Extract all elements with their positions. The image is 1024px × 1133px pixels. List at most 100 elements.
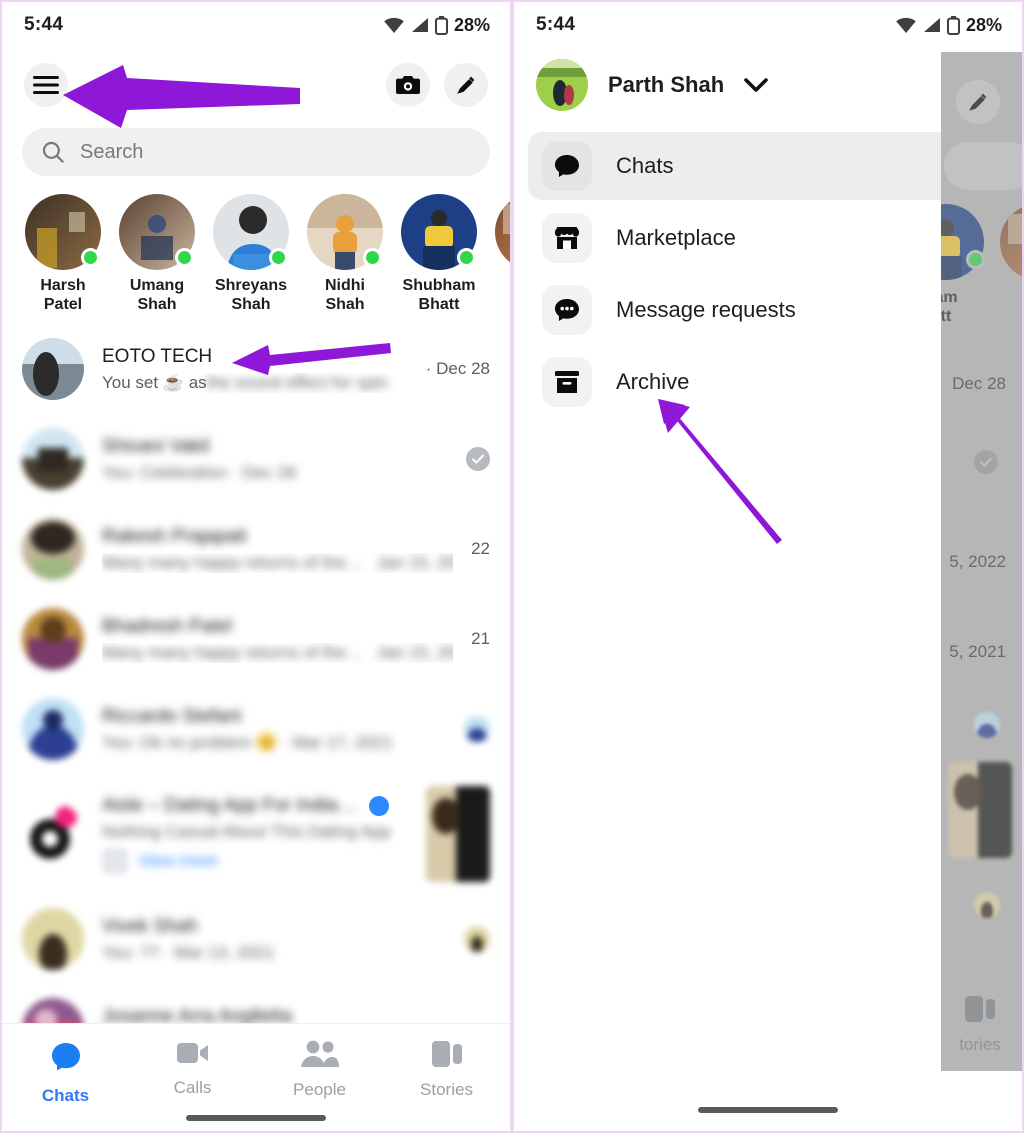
pencil-icon bbox=[457, 76, 475, 94]
avatar[interactable] bbox=[22, 608, 84, 670]
avatar[interactable] bbox=[22, 518, 84, 580]
chevron-down-icon[interactable] bbox=[744, 77, 768, 93]
compose-button[interactable] bbox=[956, 80, 1000, 124]
story-name: Shreyans Shah bbox=[214, 277, 288, 313]
status-time: 5:44 bbox=[536, 14, 576, 35]
avatar[interactable] bbox=[22, 908, 84, 970]
online-status-dot bbox=[81, 248, 100, 267]
nav-tab-calls[interactable]: Calls bbox=[129, 1040, 256, 1098]
avatar[interactable] bbox=[25, 194, 101, 270]
people-icon bbox=[300, 1040, 339, 1067]
nav-tab-people[interactable]: People bbox=[256, 1040, 383, 1100]
drawer-item-message-requests[interactable]: Message requests bbox=[528, 276, 1008, 344]
chat-row[interactable]: Shivani Vakil You: Celebration · Dec 28 bbox=[2, 414, 510, 504]
message-thumbnail[interactable] bbox=[426, 786, 490, 882]
compose-button[interactable] bbox=[444, 63, 488, 107]
avatar[interactable] bbox=[22, 698, 84, 760]
home-indicator bbox=[186, 1115, 326, 1121]
chat-bubble-icon bbox=[542, 141, 592, 191]
chat-name: Aisle – Dating App For India… bbox=[102, 794, 357, 816]
chat-row[interactable]: Vivek Shah You: ?? · Mar 13, 2021 bbox=[2, 894, 510, 984]
hamburger-menu-button[interactable] bbox=[24, 63, 68, 107]
avatar[interactable] bbox=[119, 194, 195, 270]
avatar[interactable] bbox=[22, 428, 84, 490]
chat-timestamp-tail: 22 bbox=[471, 539, 490, 558]
chat-timestamp-blurred: Jan 15, 2022 bbox=[376, 552, 453, 572]
avatar[interactable] bbox=[1000, 204, 1022, 280]
online-status-dot bbox=[966, 250, 985, 269]
drawer-item-archive[interactable]: Archive bbox=[528, 348, 1008, 416]
chat-row[interactable]: Riccardo Stefani You: Ok no problem 😊 · … bbox=[2, 684, 510, 774]
battery-icon bbox=[434, 15, 448, 35]
story-name: Pu Sh bbox=[1000, 288, 1022, 326]
status-time: 5:44 bbox=[24, 14, 64, 35]
chat-preview: You: ?? · Mar 13, 2021 bbox=[102, 942, 275, 962]
nav-tab-stories[interactable]: tories bbox=[941, 995, 1022, 1055]
navigation-drawer: 5:44 28% Parth Shah Chats Marketplace Me… bbox=[514, 2, 1022, 1131]
peek-content: am tt Pu Sh Dec 28 5, 2022 5, 2021 bbox=[941, 52, 1022, 1071]
chat-row[interactable]: Rakesh Prajapati Many many happy returns… bbox=[2, 504, 510, 594]
storefront-icon bbox=[542, 213, 592, 263]
chat-name: Riccardo Stefani bbox=[102, 705, 242, 727]
story-name: Shubham Bhatt bbox=[402, 277, 476, 313]
chat-name: Bhadresh Patel bbox=[102, 615, 232, 637]
app-header-left bbox=[2, 48, 510, 122]
message-dots-icon bbox=[542, 285, 592, 335]
nav-label: tories bbox=[959, 1035, 1001, 1054]
story-item[interactable]: Harsh Patel bbox=[20, 194, 106, 314]
wifi-icon bbox=[384, 17, 404, 33]
nav-tab-chats[interactable]: Chats bbox=[2, 1040, 129, 1106]
chat-name: Rakesh Prajapati bbox=[102, 525, 247, 547]
status-indicators: 28% bbox=[895, 15, 1002, 36]
chat-row[interactable]: Bhadresh Patel Many many happy returns o… bbox=[2, 594, 510, 684]
nav-tab-stories[interactable]: Stories bbox=[383, 1040, 510, 1100]
chat-row[interactable]: EOTO TECH You set ☕ as the sound effect … bbox=[2, 324, 510, 414]
avatar[interactable] bbox=[22, 338, 84, 400]
search-input[interactable]: Search bbox=[22, 128, 490, 176]
hamburger-menu-icon bbox=[33, 76, 59, 94]
left-phone-screenshot: 5:44 28% Search Harsh Patel Umang Shah S… bbox=[0, 0, 512, 1133]
chat-preview: You set ☕ as the sound effect for spin bbox=[102, 373, 408, 393]
chat-timestamp: Dec 28 bbox=[952, 374, 1006, 393]
story-item[interactable]: Shubham Bhatt bbox=[396, 194, 482, 314]
story-item[interactable]: Pu Sh bbox=[490, 194, 510, 314]
online-status-dot bbox=[175, 248, 194, 267]
chat-row[interactable]: Aisle – Dating App For India… Nothing Ca… bbox=[2, 774, 510, 894]
view-more-link[interactable]: View more bbox=[138, 851, 218, 871]
online-status-dot bbox=[269, 248, 288, 267]
avatar[interactable] bbox=[495, 194, 510, 270]
story-avatar-image bbox=[495, 194, 510, 270]
story-item[interactable]: Umang Shah bbox=[114, 194, 200, 314]
story-name: am tt bbox=[941, 289, 958, 325]
chat-preview: Many many happy returns of the… Jan 15, … bbox=[102, 643, 453, 663]
stories-row[interactable]: Harsh Patel Umang Shah Shreyans Shah Nid… bbox=[2, 176, 510, 320]
avatar[interactable] bbox=[22, 803, 84, 865]
drawer-item-marketplace[interactable]: Marketplace bbox=[528, 204, 1008, 272]
avatar[interactable] bbox=[536, 59, 588, 111]
chat-preview-blurred: the sound effect for spin bbox=[206, 372, 388, 392]
message-thumbnail[interactable] bbox=[948, 762, 1012, 858]
chat-text: Vivek Shah You: ?? · Mar 13, 2021 bbox=[102, 916, 446, 963]
search-placeholder: Search bbox=[80, 140, 144, 163]
chat-timestamp: 5, 2022 bbox=[949, 552, 1006, 571]
dimmed-chat-screen-peek[interactable]: am tt Pu Sh Dec 28 5, 2022 5, 2021 bbox=[941, 52, 1022, 1071]
camera-button[interactable] bbox=[386, 63, 430, 107]
story-item[interactable]: Nidhi Shah bbox=[302, 194, 388, 314]
chat-preview-visible: You set ☕ as bbox=[102, 372, 207, 392]
drawer-item-chats[interactable]: Chats bbox=[528, 132, 1008, 200]
header-actions bbox=[386, 63, 488, 107]
cellular-signal-icon bbox=[923, 18, 940, 32]
avatar[interactable] bbox=[213, 194, 289, 270]
story-name: Pu Sh bbox=[490, 276, 510, 314]
chat-text: Aisle – Dating App For India… Nothing Ca… bbox=[102, 795, 408, 874]
story-item[interactable]: Shreyans Shah bbox=[208, 194, 294, 314]
chat-preview-blurred: Many many happy returns of the… bbox=[102, 552, 363, 572]
online-status-dot bbox=[363, 248, 382, 267]
story-name: Nidhi Shah bbox=[325, 277, 365, 313]
avatar[interactable] bbox=[401, 194, 477, 270]
avatar[interactable] bbox=[307, 194, 383, 270]
search-input[interactable] bbox=[944, 142, 1022, 190]
wifi-icon bbox=[896, 17, 916, 33]
message-seen-tick-icon bbox=[466, 447, 490, 471]
chat-list: EOTO TECH You set ☕ as the sound effect … bbox=[2, 320, 510, 1074]
